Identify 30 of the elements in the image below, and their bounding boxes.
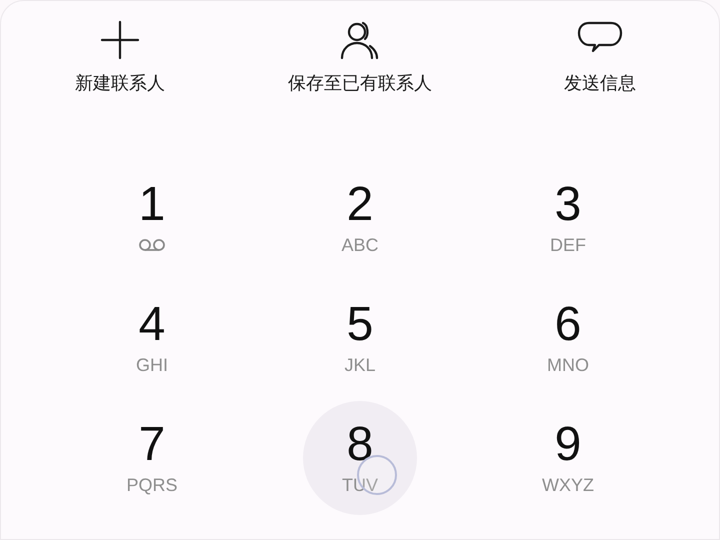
key-digit: 8 — [346, 421, 374, 469]
key-letters: TUV — [342, 475, 378, 495]
key-digit: 6 — [554, 301, 582, 349]
key-letters: GHI — [136, 355, 168, 375]
action-button[interactable]: 新建联系人 — [67, 20, 173, 96]
action-button[interactable]: 保存至已有联系人 — [280, 20, 440, 96]
dial-key[interactable]: 9 WXYZ — [511, 401, 625, 515]
key-digit: 1 — [138, 181, 166, 229]
key-letters: ABC — [341, 235, 378, 255]
key-digit: 2 — [346, 181, 374, 229]
key-letters: DEF — [550, 235, 586, 255]
key-digit: 4 — [138, 301, 166, 349]
key-digit: 9 — [554, 421, 582, 469]
dial-key[interactable]: 2 ABC — [303, 161, 417, 275]
key-letters: JKL — [344, 355, 376, 375]
key-letters: WXYZ — [542, 475, 594, 495]
dial-key[interactable]: 7 PQRS — [95, 401, 209, 515]
key-digit: 3 — [554, 181, 582, 229]
dial-key[interactable]: 6 MNO — [511, 281, 625, 395]
key-digit: 7 — [138, 421, 166, 469]
voicemail-icon — [138, 238, 166, 252]
dial-key[interactable]: 5 JKL — [303, 281, 417, 395]
key-letters: MNO — [547, 355, 589, 375]
action-button[interactable]: 发送信息 — [556, 20, 644, 96]
key-letters: PQRS — [126, 475, 178, 495]
dial-key[interactable]: 1 — [95, 161, 209, 275]
plus-icon — [100, 20, 140, 60]
key-digit: 5 — [346, 301, 374, 349]
dial-key[interactable]: 3 DEF — [511, 161, 625, 275]
dial-key[interactable]: 4 GHI — [95, 281, 209, 395]
